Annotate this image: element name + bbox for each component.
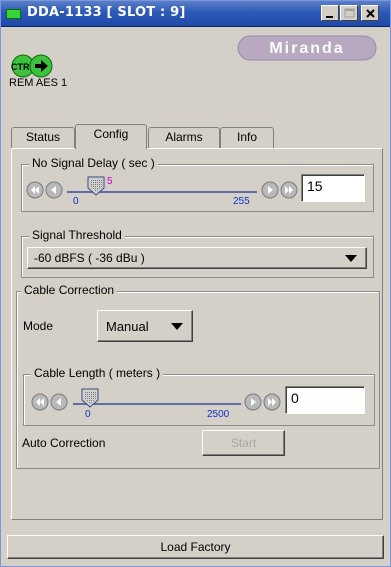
cable-length-fast-increment-button[interactable] xyxy=(263,393,281,414)
tab-status[interactable]: Status xyxy=(11,127,75,148)
close-button[interactable] xyxy=(361,5,379,21)
window-title: DDA-1133 [ SLOT : 9] xyxy=(27,5,186,20)
slider-fast-decrement-button[interactable] xyxy=(26,181,44,202)
device-window: DDA-1133 [ SLOT : 9] CTRL REM AES 1 Mira… xyxy=(0,0,391,567)
cable-correction-label: Cable Correction xyxy=(21,283,118,297)
load-factory-button[interactable]: Load Factory xyxy=(7,535,384,559)
chevron-down-icon xyxy=(171,323,183,330)
signal-threshold-dropdown[interactable]: -60 dBFS ( -36 dBu ) xyxy=(27,247,367,269)
start-button-label: Start xyxy=(230,436,257,450)
no-signal-delay-input[interactable]: 15 xyxy=(301,174,365,202)
maximize-icon xyxy=(344,8,355,18)
cable-length-fast-decrement-button[interactable] xyxy=(31,393,49,414)
mode-dropdown[interactable]: Manual xyxy=(97,310,193,342)
cable-length-decrement-button[interactable] xyxy=(50,393,68,414)
signal-threshold-label: Signal Threshold xyxy=(29,228,125,242)
cable-length-slider-thumb[interactable] xyxy=(81,388,99,411)
slider-fast-increment-button[interactable] xyxy=(280,181,298,202)
minimize-button[interactable] xyxy=(321,5,339,21)
minimize-icon xyxy=(326,16,333,18)
cable-length-label: Cable Length ( meters ) xyxy=(31,366,164,380)
no-signal-delay-slider-thumb[interactable] xyxy=(87,176,105,199)
cable-length-min-label: 0 xyxy=(85,409,91,420)
mode-label: Mode xyxy=(23,319,54,333)
no-signal-delay-label: No Signal Delay ( sec ) xyxy=(29,156,158,170)
slider-min-label: 0 xyxy=(73,196,79,207)
maximize-button[interactable] xyxy=(340,5,358,21)
title-bar[interactable]: DDA-1133 [ SLOT : 9] xyxy=(1,1,390,27)
svg-text:Miranda: Miranda xyxy=(269,40,344,57)
slider-decrement-button[interactable] xyxy=(45,181,63,202)
mode-selected: Manual xyxy=(106,319,149,334)
slider-max-label: 255 xyxy=(233,196,250,207)
tab-info[interactable]: Info xyxy=(220,127,274,148)
tab-label: Alarms xyxy=(165,130,203,144)
cable-length-increment-button[interactable] xyxy=(244,393,262,414)
start-button[interactable]: Start xyxy=(202,430,285,456)
status-led-icon xyxy=(6,9,21,19)
tab-config[interactable]: Config xyxy=(75,124,147,149)
tab-alarms[interactable]: Alarms xyxy=(148,127,220,148)
slider-increment-button[interactable] xyxy=(261,181,279,202)
cable-length-input[interactable]: 0 xyxy=(285,386,365,414)
tab-label: Status xyxy=(25,130,61,144)
signal-threshold-selected: -60 dBFS ( -36 dBu ) xyxy=(34,251,145,265)
tab-label: Config xyxy=(93,127,129,141)
close-icon xyxy=(366,9,375,18)
miranda-logo: Miranda xyxy=(237,35,377,64)
tab-label: Info xyxy=(236,130,257,144)
device-status-text: REM AES 1 xyxy=(9,77,68,89)
cable-length-max-label: 2500 xyxy=(207,409,230,420)
load-factory-label: Load Factory xyxy=(160,540,231,554)
auto-correction-label: Auto Correction xyxy=(22,436,106,450)
chevron-down-icon xyxy=(345,255,357,262)
slider-current-value: 5 xyxy=(107,176,113,187)
